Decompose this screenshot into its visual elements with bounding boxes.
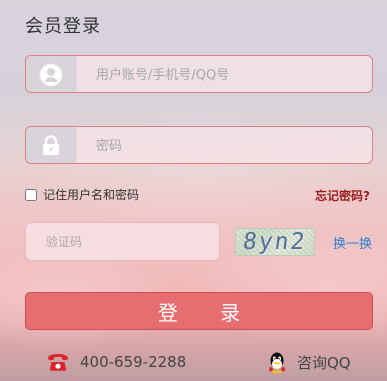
qq-icon [269,352,285,374]
username-input[interactable] [96,65,356,85]
username-icon-box [26,56,77,92]
remember-me[interactable]: 记住用户名和密码 [25,186,139,203]
username-field[interactable] [25,55,373,93]
login-button[interactable]: 登 录 [25,292,373,330]
phone-number: 400-659-2288 [80,353,187,371]
captcha-image: 8yn2 [235,228,315,256]
password-field[interactable] [25,126,373,164]
captcha-text: 8yn2 [241,229,308,255]
forgot-password-link[interactable]: 忘记密码? [315,187,370,204]
qq-consult-link[interactable]: 咨询QQ [266,350,351,375]
phone-icon [48,354,68,371]
lock-icon [43,135,59,155]
password-icon-box [26,127,77,163]
hotline: 400-659-2288 [45,352,186,372]
refresh-captcha-link[interactable]: 换一换 [333,233,372,252]
page-title: 会员登录 [25,16,101,37]
remember-checkbox[interactable] [25,188,37,201]
captcha-field[interactable] [25,222,220,261]
user-icon [39,63,63,87]
remember-label: 记住用户名和密码 [43,188,140,202]
password-input[interactable] [96,136,356,156]
captcha-input[interactable] [46,233,211,251]
qq-label: 咨询QQ [297,354,351,372]
